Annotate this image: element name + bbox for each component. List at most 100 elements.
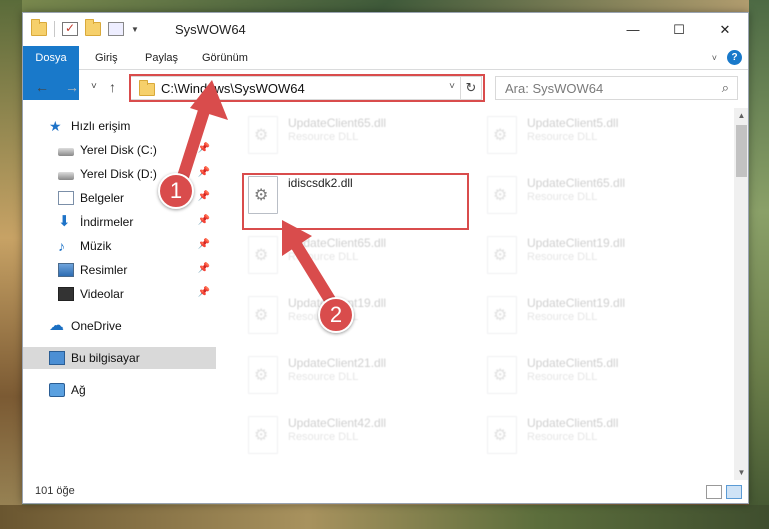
minimize-button[interactable]: —	[610, 13, 656, 46]
file-item[interactable]: UpdateClient5.dll Resource DLL	[483, 410, 713, 464]
title-bar: ▼ SysWOW64 — ☐ ✕	[23, 13, 748, 46]
sidebar-item-downloads[interactable]: ⬇ İndirmeler 📌	[23, 211, 216, 233]
item-count: 101 öğe	[35, 485, 75, 497]
music-icon: ♪	[58, 238, 65, 254]
file-type: Resource DLL	[288, 251, 359, 263]
sidebar-item-label: Videolar	[80, 287, 124, 301]
dll-file-icon	[248, 296, 278, 334]
file-type: Resource DLL	[527, 311, 598, 323]
pin-icon: 📌	[197, 191, 210, 202]
sidebar-item-label: Hızlı erişim	[71, 119, 131, 133]
sidebar-item-label: Müzik	[80, 239, 112, 253]
tab-share[interactable]: Paylaş	[131, 46, 192, 70]
vertical-scrollbar[interactable]: ▲ ▼	[734, 108, 748, 480]
sidebar-item-label: Yerel Disk (C:)	[80, 143, 157, 157]
maximize-button[interactable]: ☐	[656, 13, 702, 46]
file-item[interactable]: UpdateClient5.dll Resource DLL	[483, 110, 713, 164]
file-item[interactable]: UpdateClient65.dll Resource DLL	[244, 230, 474, 284]
file-name: UpdateClient42.dll	[288, 416, 387, 430]
dll-file-icon	[487, 356, 517, 394]
sidebar-item-quick-access[interactable]: ★ Hızlı erişim	[23, 115, 216, 137]
file-item[interactable]: UpdateClient21.dll Resource DLL	[244, 350, 474, 404]
file-item[interactable]: UpdateClient65.dll Resource DLL	[483, 170, 713, 224]
cloud-icon: ☁	[49, 317, 64, 334]
sidebar-item-music[interactable]: ♪ Müzik 📌	[23, 235, 216, 257]
sidebar-item-onedrive[interactable]: ☁ OneDrive	[23, 315, 216, 337]
desktop-background-bottom	[0, 505, 769, 529]
tiles-view-icon[interactable]	[726, 485, 742, 499]
file-type: Resource DLL	[527, 371, 598, 383]
ribbon-right-controls: ˅ ?	[712, 50, 742, 65]
star-icon: ★	[49, 118, 62, 134]
sidebar-item-label: Resimler	[80, 263, 128, 277]
dll-file-icon	[248, 356, 278, 394]
file-item[interactable]: UpdateClient65.dll Resource DLL	[244, 110, 474, 164]
pin-icon: 📌	[197, 215, 210, 226]
drive-icon	[58, 171, 74, 180]
search-icon: ⌕	[721, 80, 729, 95]
search-box[interactable]: Ara: SysWOW64 ⌕	[495, 76, 738, 100]
navigation-bar: ← → ˅ ↑ C:\Windows\SysWOW64 ˅ ↻ Ara: Sys…	[23, 73, 748, 103]
help-icon[interactable]: ?	[727, 50, 742, 65]
pin-icon: 📌	[197, 239, 210, 250]
back-button[interactable]: ←	[35, 79, 49, 95]
dll-file-icon	[487, 236, 517, 274]
sidebar-item-videos[interactable]: Videolar 📌	[23, 283, 216, 305]
scrollbar-thumb[interactable]	[736, 125, 747, 177]
sidebar-item-drive-c[interactable]: Yerel Disk (C:) 📌	[23, 139, 216, 161]
sidebar-item-label: Yerel Disk (D:)	[80, 167, 157, 181]
details-view-icon[interactable]	[706, 485, 722, 499]
sidebar-item-label: OneDrive	[71, 319, 122, 333]
navigation-pane: ★ Hızlı erişim Yerel Disk (C:) 📌 Yerel D…	[23, 108, 216, 480]
file-name: UpdateClient5.dll	[527, 356, 619, 370]
file-item[interactable]: UpdateClient19.dll Resource DLL	[483, 290, 713, 344]
customize-toolbar-icon[interactable]: ▼	[131, 25, 139, 34]
properties-icon[interactable]	[108, 22, 124, 36]
file-item[interactable]: UpdateClient19.dll Resource DLL	[483, 230, 713, 284]
drive-icon	[58, 147, 74, 156]
sidebar-item-network[interactable]: Ağ	[23, 379, 216, 401]
file-name: UpdateClient19.dll	[527, 236, 626, 250]
up-button[interactable]: ↑	[109, 79, 116, 95]
view-toggle	[706, 485, 742, 499]
explorer-window: ▼ SysWOW64 — ☐ ✕ Dosya Giriş Paylaş Görü…	[22, 12, 749, 504]
pin-icon: 📌	[197, 167, 210, 178]
file-name: UpdateClient5.dll	[527, 416, 619, 430]
file-highlight-box	[242, 173, 469, 230]
forward-button[interactable]: →	[65, 79, 79, 95]
computer-icon	[49, 351, 65, 365]
expand-ribbon-icon[interactable]: ˅	[712, 53, 717, 63]
file-name: UpdateClient19.dll	[527, 296, 626, 310]
file-item[interactable]: UpdateClient19.dll Resource DLL	[244, 290, 474, 344]
recent-locations-button[interactable]: ˅	[91, 81, 97, 92]
sidebar-item-label: Bu bilgisayar	[71, 351, 140, 365]
tab-home[interactable]: Giriş	[81, 46, 132, 70]
dll-file-icon	[487, 176, 517, 214]
dll-file-icon	[487, 296, 517, 334]
pin-icon: 📌	[197, 263, 210, 274]
window-title: SysWOW64	[175, 22, 246, 37]
tab-view[interactable]: Görünüm	[188, 46, 262, 70]
new-folder-icon[interactable]	[85, 19, 101, 36]
sidebar-item-this-pc[interactable]: Bu bilgisayar	[23, 347, 216, 369]
file-name: UpdateClient65.dll	[288, 236, 387, 250]
pin-icon: 📌	[197, 287, 210, 298]
scroll-up-icon[interactable]: ▲	[734, 108, 748, 123]
window-controls: — ☐ ✕	[610, 13, 748, 46]
file-item[interactable]: UpdateClient5.dll Resource DLL	[483, 350, 713, 404]
close-button[interactable]: ✕	[702, 13, 748, 46]
ribbon-tabs: Dosya Giriş Paylaş Görünüm ˅ ?	[23, 46, 748, 100]
scroll-down-icon[interactable]: ▼	[734, 465, 748, 480]
folder-icon	[31, 19, 47, 36]
pictures-icon	[58, 263, 74, 277]
documents-icon	[58, 191, 74, 205]
dll-file-icon	[487, 116, 517, 154]
sidebar-item-label: İndirmeler	[80, 215, 134, 229]
sidebar-item-pictures[interactable]: Resimler 📌	[23, 259, 216, 281]
network-icon	[49, 383, 65, 397]
file-item[interactable]: UpdateClient42.dll Resource DLL	[244, 410, 474, 464]
file-type: Resource DLL	[527, 191, 598, 203]
pin-icon: 📌	[197, 143, 210, 154]
properties-check-icon[interactable]	[62, 21, 78, 36]
sidebar-item-label: Ağ	[71, 383, 86, 397]
